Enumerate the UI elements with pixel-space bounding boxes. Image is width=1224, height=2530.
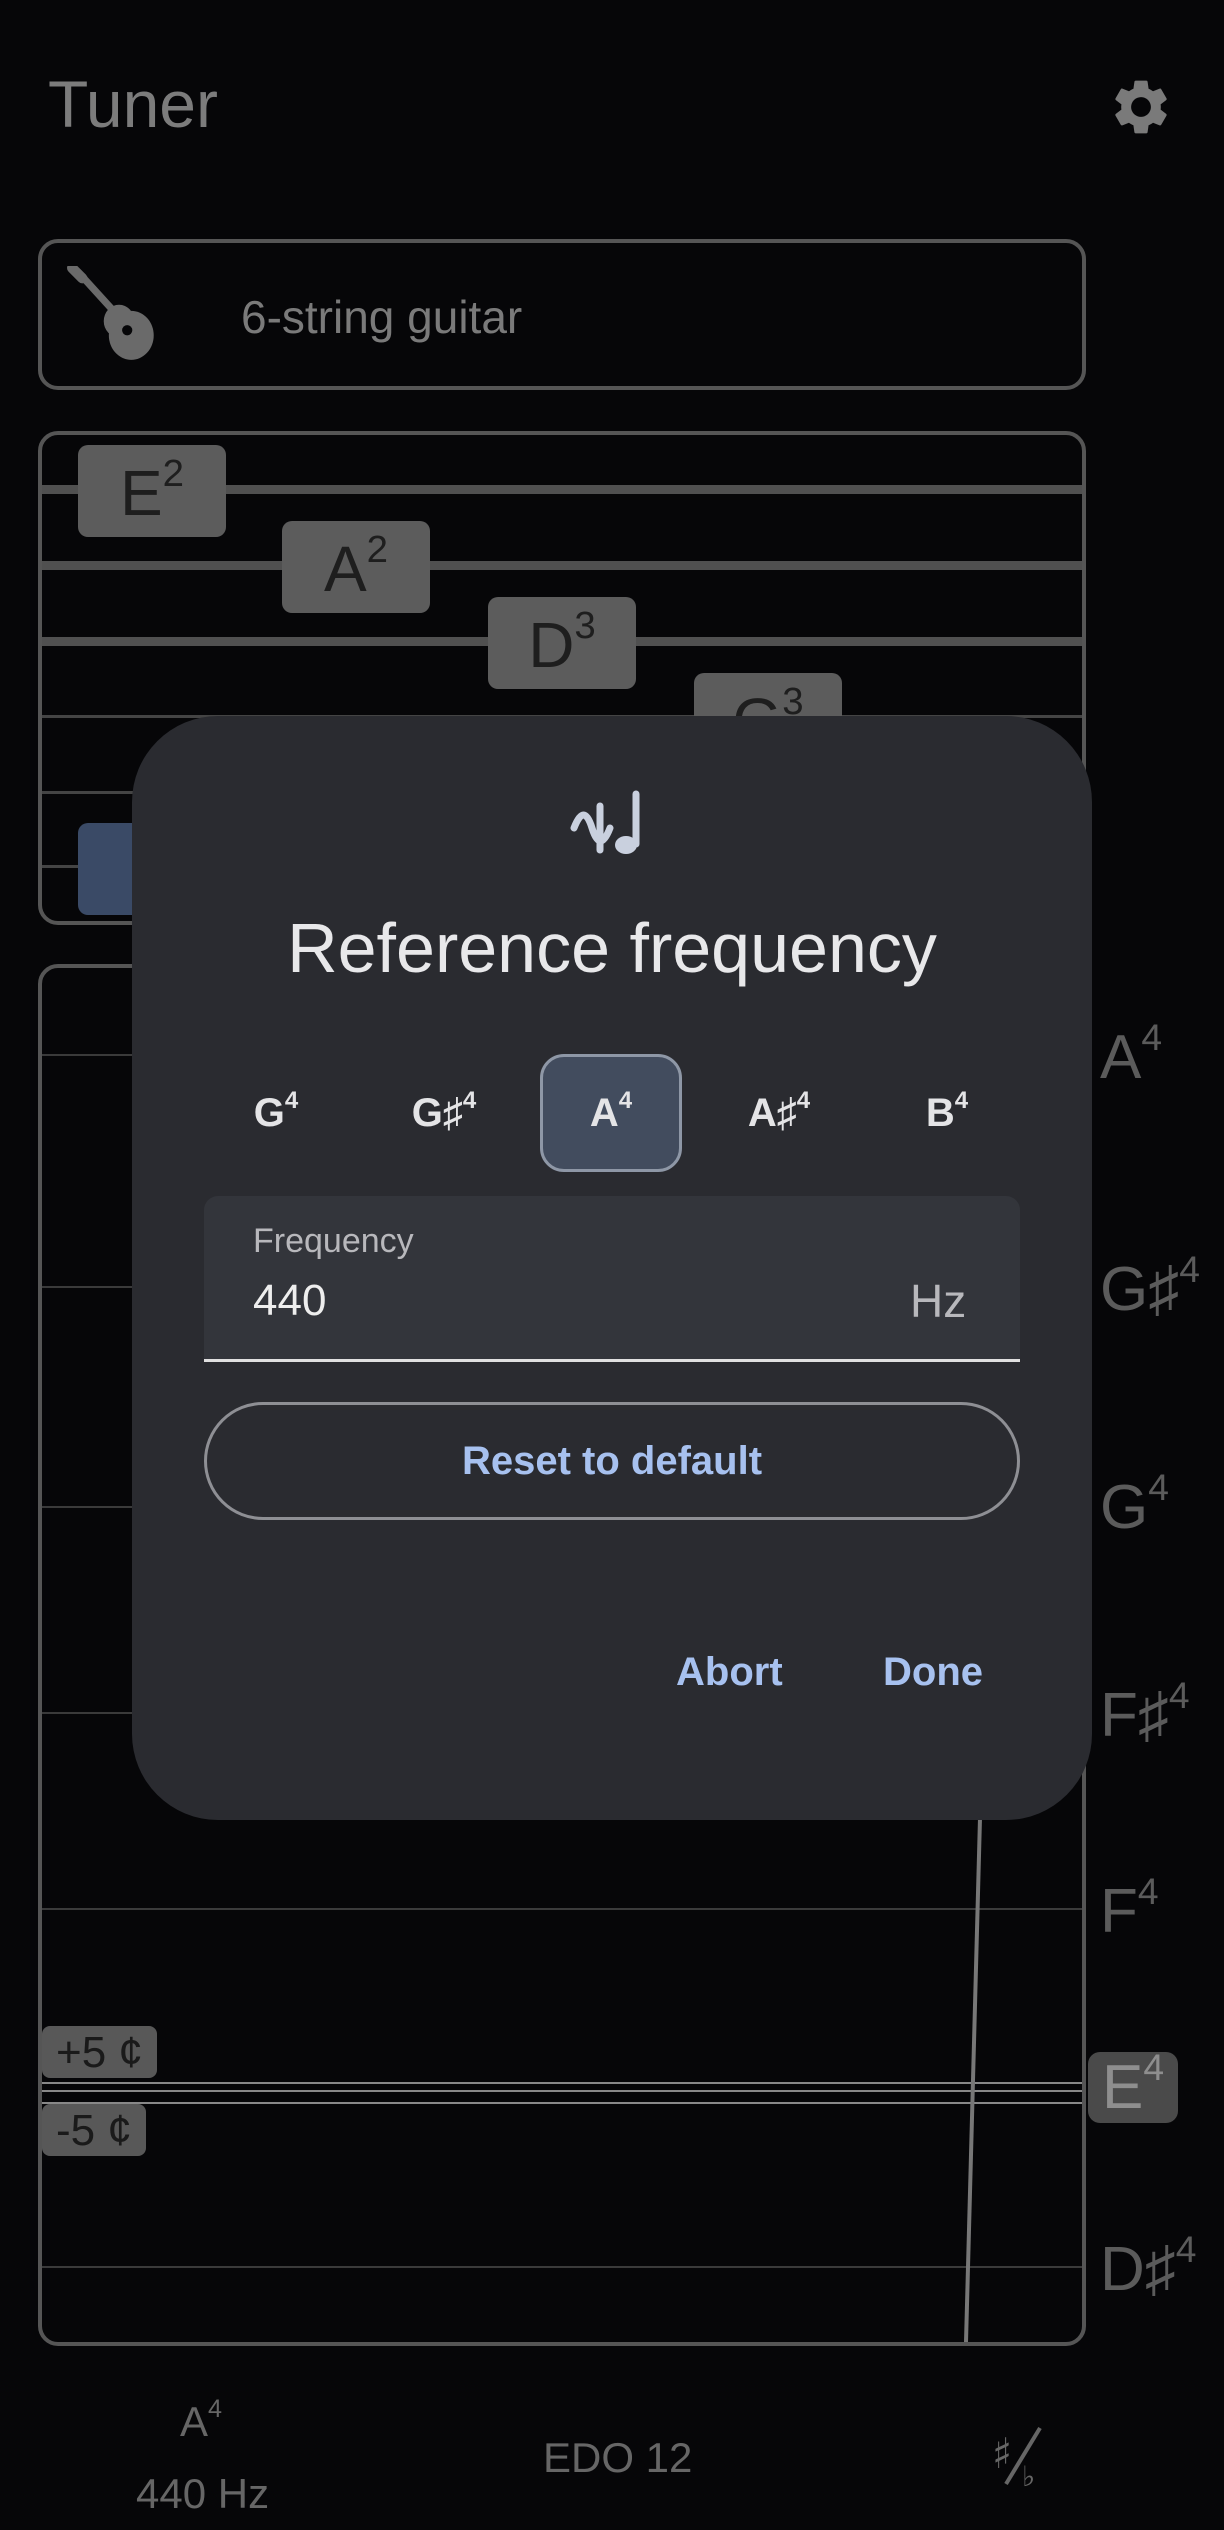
svg-text:♭: ♭ xyxy=(1022,2460,1035,2490)
string-note-button[interactable]: D3 xyxy=(488,597,636,689)
string-note-button[interactable]: A2 xyxy=(282,521,430,613)
frequency-unit: Hz xyxy=(910,1275,967,1327)
side-note-label: D♯4 xyxy=(1100,2228,1197,2304)
gear-icon[interactable] xyxy=(1108,74,1174,140)
note-chip[interactable]: A♯4 xyxy=(708,1054,850,1172)
side-note-label-active: E4 xyxy=(1088,2049,1179,2123)
note-chip[interactable]: G4 xyxy=(205,1054,347,1172)
reset-to-default-button[interactable]: Reset to default xyxy=(204,1402,1020,1520)
temperament-label[interactable]: EDO 12 xyxy=(543,2434,692,2482)
reference-note[interactable]: A4 xyxy=(180,2397,222,2446)
instrument-name: 6-string guitar xyxy=(241,291,523,343)
sharp-flat-icon[interactable]: ♯ ♭ xyxy=(990,2424,1046,2493)
note-chip-selected[interactable]: A4 xyxy=(540,1054,682,1172)
reference-frequency[interactable]: 440 Hz xyxy=(136,2470,269,2518)
guitar-icon xyxy=(66,262,168,368)
string-note-button[interactable]: E2 xyxy=(78,445,226,537)
frequency-input[interactable]: 440 xyxy=(253,1276,326,1326)
abort-button[interactable]: Abort xyxy=(676,1650,783,1695)
note-chip[interactable]: B4 xyxy=(876,1054,1018,1172)
string-line xyxy=(42,561,1082,570)
instrument-selector[interactable] xyxy=(38,239,1086,390)
frequency-label: Frequency xyxy=(253,1222,414,1260)
side-note-label: G♯4 xyxy=(1100,1248,1200,1324)
svg-text:♯: ♯ xyxy=(992,2429,1012,2478)
side-note-label: F4 xyxy=(1100,1870,1159,1946)
side-note-label: G4 xyxy=(1100,1466,1169,1542)
done-button[interactable]: Done xyxy=(883,1650,983,1695)
tuning-note-icon xyxy=(570,788,652,860)
note-chip[interactable]: G♯4 xyxy=(373,1054,515,1172)
dialog-title: Reference frequency xyxy=(287,909,937,987)
side-note-label: F♯4 xyxy=(1100,1674,1190,1750)
side-note-label: A4 xyxy=(1100,1016,1163,1092)
app-title: Tuner xyxy=(48,67,218,141)
